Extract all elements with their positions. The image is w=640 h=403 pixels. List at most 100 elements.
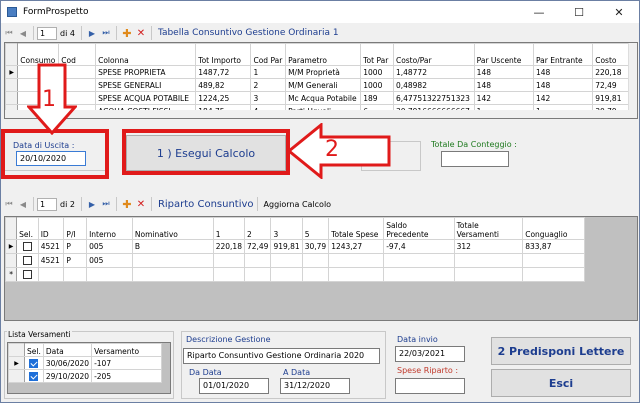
column-header[interactable]: Interno (86, 217, 133, 240)
esci-button[interactable]: Esci (491, 369, 631, 397)
column-header[interactable]: Conguaglio (522, 217, 585, 240)
row-header[interactable] (8, 369, 25, 383)
table-cell[interactable]: 1243,27 (328, 239, 385, 254)
table-cell[interactable]: 4521 (37, 239, 65, 254)
sel-checkbox[interactable] (22, 270, 32, 280)
column-header[interactable]: Costo/Par (392, 43, 475, 66)
row-header[interactable]: * (5, 267, 18, 282)
column-header[interactable]: 5 (301, 217, 330, 240)
sel-checkbox[interactable] (29, 358, 39, 368)
row-header[interactable] (5, 91, 19, 105)
column-header[interactable]: Par Uscente (473, 43, 534, 66)
table-cell[interactable] (383, 253, 455, 268)
totale-conteggio-input[interactable] (441, 151, 509, 167)
add-new-icon[interactable]: ✚ (120, 197, 134, 211)
table-cell[interactable]: M/M Generali (285, 78, 362, 92)
delete-icon[interactable]: ✕ (134, 26, 148, 40)
column-header[interactable]: Versamento (91, 343, 163, 357)
table-cell[interactable]: 220,18 (592, 65, 631, 79)
predisponi-lettere-button[interactable]: 2 Predisponi Lettere (491, 337, 631, 365)
new-row[interactable]: * (5, 267, 585, 282)
table-cell[interactable]: 1224,25 (195, 91, 252, 105)
column-header[interactable]: Totale Spese (328, 217, 385, 240)
descrizione-input[interactable]: Riparto Consuntivo Gestione Ordinaria 20… (183, 348, 380, 364)
table-cell[interactable]: 919,81 (592, 91, 631, 105)
row-header[interactable]: ▶ (8, 356, 25, 370)
row-header[interactable]: ▶ (5, 239, 18, 254)
table-cell[interactable] (522, 267, 585, 282)
horizontal-scrollbar[interactable] (5, 110, 629, 118)
table-cell[interactable]: M/M Proprietà (285, 65, 362, 79)
table-cell[interactable] (301, 267, 330, 282)
vertical-scrollbar[interactable] (628, 43, 637, 118)
table-cell[interactable] (301, 253, 330, 268)
table-row[interactable]: ▶ 30/06/2020 -107 (8, 356, 163, 370)
table-cell[interactable]: 2 (250, 78, 287, 92)
table-row[interactable]: 4521 P 005 (5, 253, 585, 268)
aggiorna-calcolo-button[interactable]: Aggiorna Calcolo (264, 200, 332, 209)
table-cell[interactable] (63, 267, 88, 282)
table-cell[interactable]: 1,48772 (392, 65, 475, 79)
table-cell[interactable] (453, 253, 524, 268)
table-cell[interactable]: 72,49 (243, 239, 272, 254)
column-header[interactable]: Costo (592, 43, 631, 66)
table-row[interactable]: 3SPESE ACQUA POTABILE1224,253Mc Acqua Po… (5, 91, 637, 105)
table-row[interactable]: 2SPESE GENERALI489,822M/M Generali10000,… (5, 78, 637, 92)
column-header[interactable]: 1 (212, 217, 245, 240)
table-cell[interactable] (212, 267, 245, 282)
table-cell[interactable]: 3 (250, 91, 287, 105)
table-cell[interactable] (131, 253, 214, 268)
table-row[interactable]: ▶ 4521 P 005 B 220,18 72,49 919,81 30,79 1243,27-… (5, 239, 585, 254)
move-previous-icon[interactable]: ◀ (16, 26, 30, 40)
table-cell[interactable] (383, 267, 455, 282)
table-cell[interactable] (270, 267, 303, 282)
table-cell[interactable]: P (63, 253, 88, 268)
table-cell[interactable]: 189 (360, 91, 394, 105)
move-first-icon[interactable]: ⏮ (2, 26, 16, 40)
column-header[interactable]: Tot Importo (195, 43, 252, 66)
column-header[interactable]: Totale Versamenti (453, 217, 524, 240)
move-previous-icon[interactable]: ◀ (16, 197, 30, 211)
sel-cell[interactable] (16, 239, 39, 254)
table-cell[interactable] (212, 253, 245, 268)
table-cell[interactable]: 1487,72 (195, 65, 252, 79)
table-cell[interactable]: Mc Acqua Potabile (285, 91, 362, 105)
sel-cell[interactable] (24, 356, 44, 370)
table-cell[interactable]: SPESE GENERALI (95, 78, 197, 92)
table-cell[interactable]: 148 (532, 78, 594, 92)
table-row[interactable]: ▶1SPESE PROPRIETA1487,721M/M Proprietà10… (5, 65, 637, 79)
consuntivo-grid[interactable]: Consumo Cod Colonna Tot Importo Cod Par Param… (4, 42, 638, 119)
table-cell[interactable] (328, 253, 385, 268)
table-cell[interactable] (86, 267, 133, 282)
table-cell[interactable]: 142 (532, 91, 594, 105)
a-data-input[interactable]: 31/12/2020 (280, 378, 350, 394)
table-cell[interactable]: 1000 (360, 78, 394, 92)
minimize-button[interactable]: — (519, 1, 559, 23)
da-data-input[interactable]: 01/01/2020 (199, 378, 269, 394)
table-cell[interactable]: -97,4 (383, 239, 455, 254)
column-header[interactable]: 2 (243, 217, 272, 240)
table-cell[interactable]: 30,79 (301, 239, 330, 254)
sel-checkbox[interactable] (22, 242, 32, 252)
column-header[interactable]: Nominativo (131, 217, 214, 240)
table-cell[interactable]: 919,81 (270, 239, 303, 254)
column-header[interactable]: Cod Par (250, 43, 287, 66)
add-new-icon[interactable]: ✚ (120, 26, 134, 40)
table-cell[interactable]: 220,18 (212, 239, 245, 254)
table-cell[interactable]: -205 (91, 369, 163, 383)
column-header[interactable]: Tot Par (360, 43, 394, 66)
table-cell[interactable]: 72,49 (592, 78, 631, 92)
table-cell[interactable]: 148 (532, 65, 594, 79)
table-cell[interactable]: P (63, 239, 88, 254)
table-cell[interactable]: 4521 (37, 253, 65, 268)
sel-checkbox[interactable] (29, 371, 39, 381)
column-header[interactable]: Sel. (24, 343, 44, 357)
table-cell[interactable]: SPESE ACQUA POTABILE (95, 91, 197, 105)
table-cell[interactable]: 005 (86, 253, 133, 268)
table-cell[interactable]: 0,48982 (392, 78, 475, 92)
table-cell[interactable] (453, 267, 524, 282)
column-header[interactable]: Data (42, 343, 93, 357)
table-cell[interactable]: B (131, 239, 214, 254)
sel-cell[interactable] (16, 267, 39, 282)
column-header[interactable]: Par Entrante (532, 43, 594, 66)
